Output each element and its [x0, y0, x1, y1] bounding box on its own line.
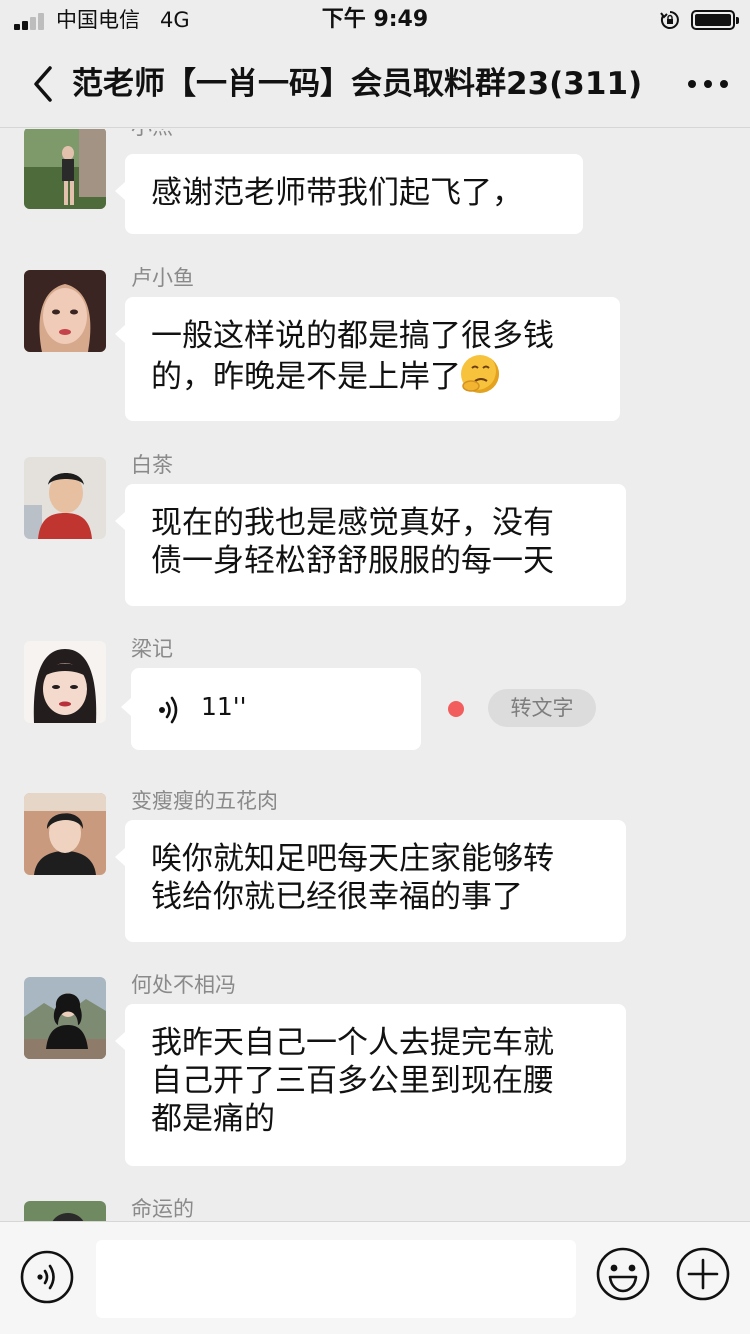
avatar[interactable] — [24, 977, 106, 1059]
message-bubble[interactable]: 我昨天自己一个人去提完车就 自己开了三百多公里到现在腰 都是痛的 — [115, 1004, 626, 1166]
message-bubble[interactable]: 唉你就知足吧每天庄家能够转 钱给你就已经很幸福的事了 — [115, 820, 626, 942]
input-bar — [0, 1221, 750, 1334]
status-bar: 中国电信 4G 下午 9:49 — [0, 0, 750, 40]
message-text-line: 都是痛的 — [151, 1101, 275, 1137]
back-icon[interactable] — [28, 62, 58, 106]
message-text-line: 自己开了三百多公里到现在腰 — [151, 1063, 554, 1099]
chat-header: 范老师【一肖一码】会员取料群23(311) — [0, 40, 750, 128]
message-text-line: 一般这样说的都是搞了很多钱 — [151, 318, 554, 354]
message-text-line: 债一身轻松舒舒服服的每一天 — [151, 543, 554, 579]
avatar[interactable] — [24, 793, 106, 875]
avatar[interactable] — [24, 641, 106, 723]
sender-name: 变瘦瘦的五花肉 — [131, 789, 278, 813]
avatar[interactable] — [24, 1201, 106, 1221]
sender-name: 命运的 — [131, 1197, 194, 1221]
avatar[interactable] — [24, 270, 106, 352]
message-input[interactable] — [96, 1240, 576, 1318]
sender-name: 白茶 — [131, 453, 173, 477]
message-bubble[interactable]: 一般这样说的都是搞了很多钱 的，昨晚是不是上岸了 — [115, 297, 620, 421]
message-text-line: 现在的我也是感觉真好，没有 — [151, 505, 554, 541]
avatar[interactable] — [24, 129, 106, 209]
voice-duration: 11'' — [201, 692, 247, 721]
rotation-lock-icon — [660, 11, 679, 29]
sender-name: 小杰 — [131, 129, 173, 141]
thinking-face-emoji — [461, 355, 499, 393]
message-text-line: 钱给你就已经很幸福的事了 — [151, 879, 523, 915]
sender-name: 梁记 — [131, 637, 173, 661]
avatar[interactable] — [24, 457, 106, 539]
message-bubble[interactable]: 感谢范老师带我们起飞了， — [115, 154, 583, 234]
message-text-line: 的，昨晚是不是上岸了 — [151, 355, 594, 396]
sender-name: 卢小鱼 — [131, 266, 194, 290]
transcribe-button[interactable]: 转文字 — [488, 689, 596, 727]
message-text-line: 我昨天自己一个人去提完车就 — [151, 1025, 554, 1061]
voice-message-bubble[interactable]: 11'' — [121, 668, 421, 750]
sender-name: 何处不相冯 — [131, 973, 236, 997]
more-dots-icon[interactable] — [686, 72, 730, 96]
message-bubble[interactable]: 现在的我也是感觉真好，没有 债一身轻松舒舒服服的每一天 — [115, 484, 626, 606]
plus-icon[interactable] — [675, 1246, 731, 1302]
message-text-line: 唉你就知足吧每天庄家能够转 — [151, 841, 554, 877]
unread-dot — [448, 701, 464, 717]
chat-title: 范老师【一肖一码】会员取料群23(311) — [72, 66, 643, 102]
status-time: 下午 9:49 — [321, 7, 429, 32]
battery-icon — [691, 10, 739, 30]
voice-wave-icon — [159, 696, 178, 724]
message-list[interactable]: 小杰 感谢范老师带我们起飞了， 卢小鱼 一般这样说的都是搞了很多钱 的，昨晚是不… — [0, 129, 750, 1221]
smiley-icon[interactable] — [595, 1246, 651, 1302]
message-text: 感谢范老师带我们起飞了， — [151, 175, 523, 211]
voice-icon[interactable] — [20, 1250, 74, 1304]
message-text: 的，昨晚是不是上岸了 — [151, 359, 461, 395]
